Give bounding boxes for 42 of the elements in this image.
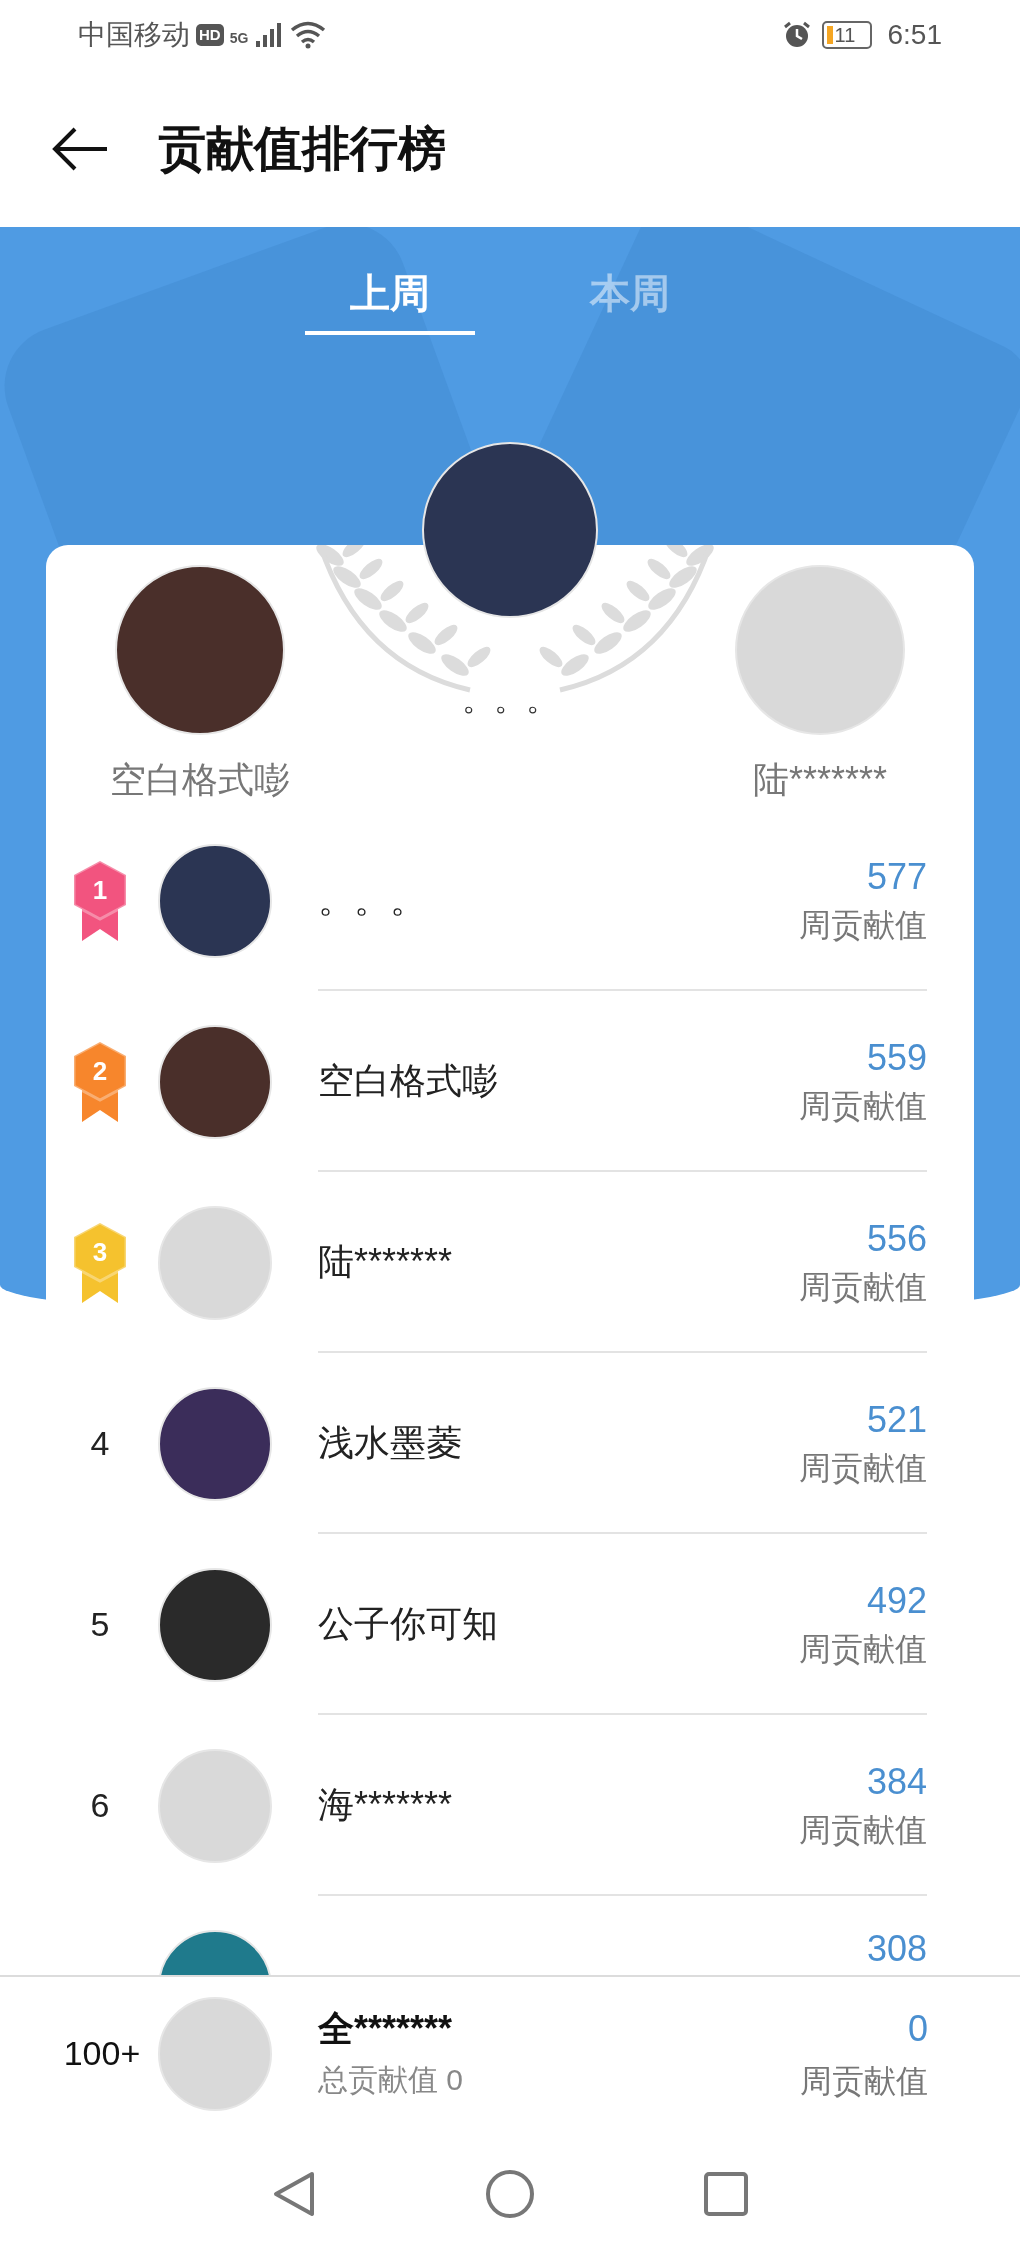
score-label: 周贡献值 — [799, 908, 927, 941]
back-arrow-icon — [51, 125, 109, 172]
carrier-name: 中国移动 — [78, 18, 190, 52]
score-value: 492 — [866, 1582, 927, 1619]
score-label: 周贡献值 — [799, 1089, 927, 1122]
score-value: 384 — [866, 1763, 927, 1800]
user-name: 。。。 — [318, 877, 426, 922]
week-tab[interactable]: 本周 — [545, 255, 715, 335]
score-label: 周贡献值 — [799, 1632, 927, 1665]
total-contribution: 总贡献值 0 — [318, 2064, 464, 2095]
score-value: 521 — [866, 1401, 927, 1438]
clock-time: 6:51 — [887, 18, 942, 52]
hd-badge: HD — [196, 24, 224, 46]
score-value: 0 — [907, 2010, 928, 2047]
user-name: 浅水墨菱 — [318, 1420, 462, 1465]
alarm-icon — [781, 20, 812, 50]
score-value: 556 — [866, 1220, 927, 1257]
podium-name: 空白格式嘭 — [110, 758, 290, 802]
network-label: 5G — [229, 29, 249, 48]
rank-number: 6 — [90, 1785, 110, 1826]
score-value: 577 — [866, 858, 927, 895]
score-value: 559 — [866, 1039, 927, 1076]
user-name: 陆******* — [318, 1239, 453, 1284]
rank-number: 5 — [90, 1604, 110, 1645]
score-label: 周贡献值 — [799, 1813, 927, 1846]
score-label: 周贡献值 — [799, 1270, 927, 1303]
score-label: 周贡献值 — [800, 2064, 928, 2097]
score-value: 308 — [866, 1931, 927, 1967]
page-title: 贡献值排行榜 — [158, 120, 446, 177]
podium-name: 。。。 — [461, 680, 559, 719]
score-label: 周贡献值 — [799, 1451, 927, 1484]
rank-number: 4 — [90, 1423, 110, 1464]
podium-name: 陆******* — [752, 758, 888, 802]
home-icon — [484, 2167, 536, 2220]
user-name: 全******* — [318, 2010, 454, 2047]
user-name: 海******* — [318, 1782, 453, 1827]
rank-number: 100+ — [63, 2033, 141, 2074]
wifi-icon — [290, 21, 327, 49]
user-name: 空白格式嘭 — [318, 1058, 498, 1103]
battery-icon: 11 — [821, 21, 872, 49]
week-tab[interactable]: 上周 — [305, 255, 475, 335]
user-name: 公子你可知 — [318, 1601, 498, 1646]
